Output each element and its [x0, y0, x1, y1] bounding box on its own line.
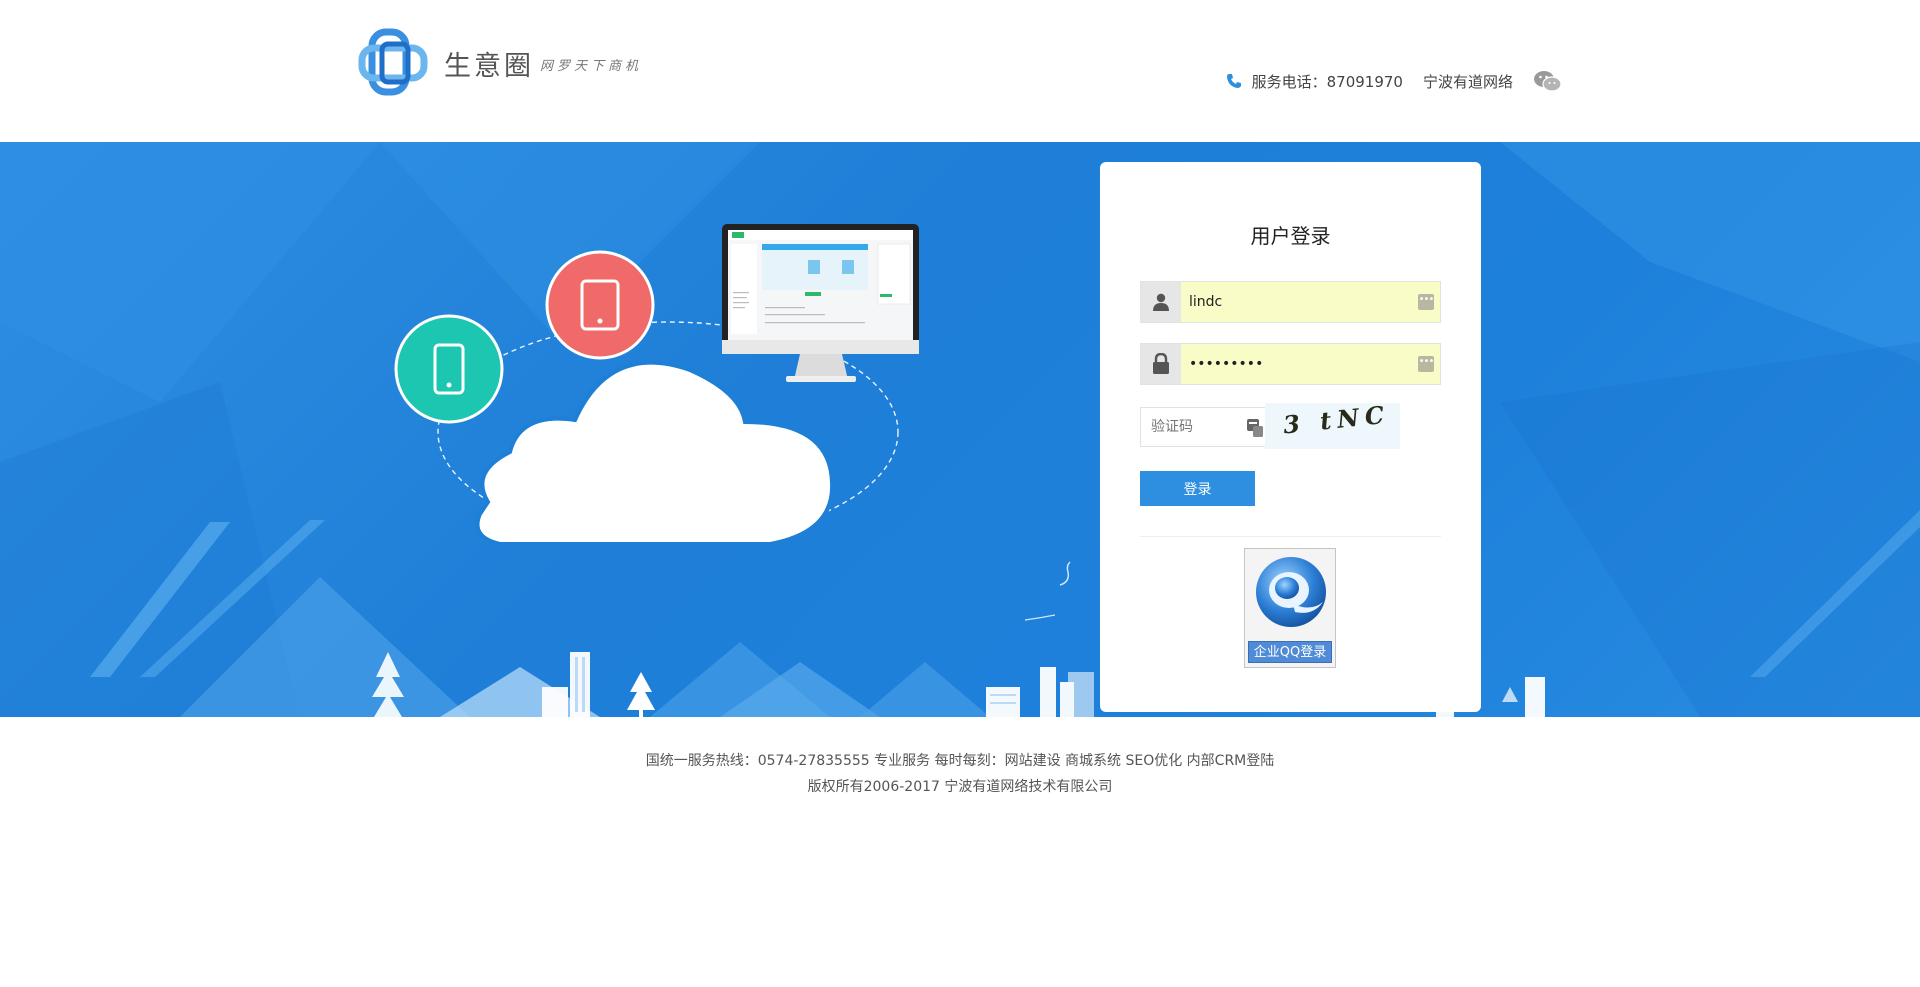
- captcha-input[interactable]: [1151, 408, 1241, 446]
- captcha-text: 3 tNC: [1281, 399, 1392, 440]
- username-field[interactable]: •••: [1140, 281, 1441, 323]
- captcha-image[interactable]: 3 tNC: [1265, 399, 1400, 449]
- divider: [1140, 536, 1441, 537]
- captcha-icon[interactable]: [1247, 419, 1263, 437]
- logo-slogan: 网罗天下商机: [540, 59, 643, 74]
- logo-name: 生意圈: [444, 51, 534, 82]
- site-header: 生意圈 网罗天下商机 服务电话：87091970 宁波有道网络: [0, 0, 1920, 142]
- mobile-icon: [394, 314, 504, 424]
- key-icon[interactable]: •••: [1418, 356, 1434, 372]
- logo-mark-icon: [358, 28, 428, 96]
- user-icon: [1141, 282, 1181, 322]
- site-footer: 国统一服务热线：0574-27835555 专业服务 每时每刻：网站建设 商城系…: [0, 748, 1920, 800]
- captcha-field[interactable]: [1140, 407, 1268, 447]
- tablet-icon: [545, 250, 655, 360]
- wechat-icon[interactable]: [1533, 69, 1563, 93]
- contact-bar: 服务电话：87091970 宁波有道网络: [1226, 66, 1563, 96]
- phone-icon: [1226, 74, 1241, 88]
- banner-illustration: [0, 142, 1920, 717]
- company-name[interactable]: 宁波有道网络: [1423, 71, 1513, 92]
- cloud-icon: [475, 360, 835, 546]
- footer-line-1: 国统一服务热线：0574-27835555 专业服务 每时每刻：网站建设 商城系…: [645, 753, 1275, 769]
- password-input[interactable]: [1189, 344, 1409, 384]
- password-field[interactable]: •••: [1140, 343, 1441, 385]
- login-panel: 用户登录 ••• ••• 3 tNC 登录: [1100, 162, 1481, 712]
- username-input[interactable]: [1189, 282, 1409, 322]
- footer-line-2: 版权所有2006-2017 宁波有道网络技术有限公司: [807, 779, 1113, 795]
- login-title: 用户登录: [1250, 224, 1331, 248]
- qq-login-button[interactable]: 企业QQ登录: [1244, 548, 1336, 668]
- login-button[interactable]: 登录: [1140, 471, 1255, 506]
- qq-enterprise-icon: [1256, 557, 1326, 627]
- key-icon[interactable]: •••: [1418, 294, 1434, 310]
- monitor-icon: [722, 224, 919, 382]
- service-phone: 服务电话：87091970: [1251, 72, 1403, 91]
- hero-banner: [0, 142, 1920, 717]
- qq-login-label: 企业QQ登录: [1248, 641, 1332, 663]
- site-logo[interactable]: 生意圈 网罗天下商机: [358, 28, 668, 100]
- lock-icon: [1141, 344, 1181, 384]
